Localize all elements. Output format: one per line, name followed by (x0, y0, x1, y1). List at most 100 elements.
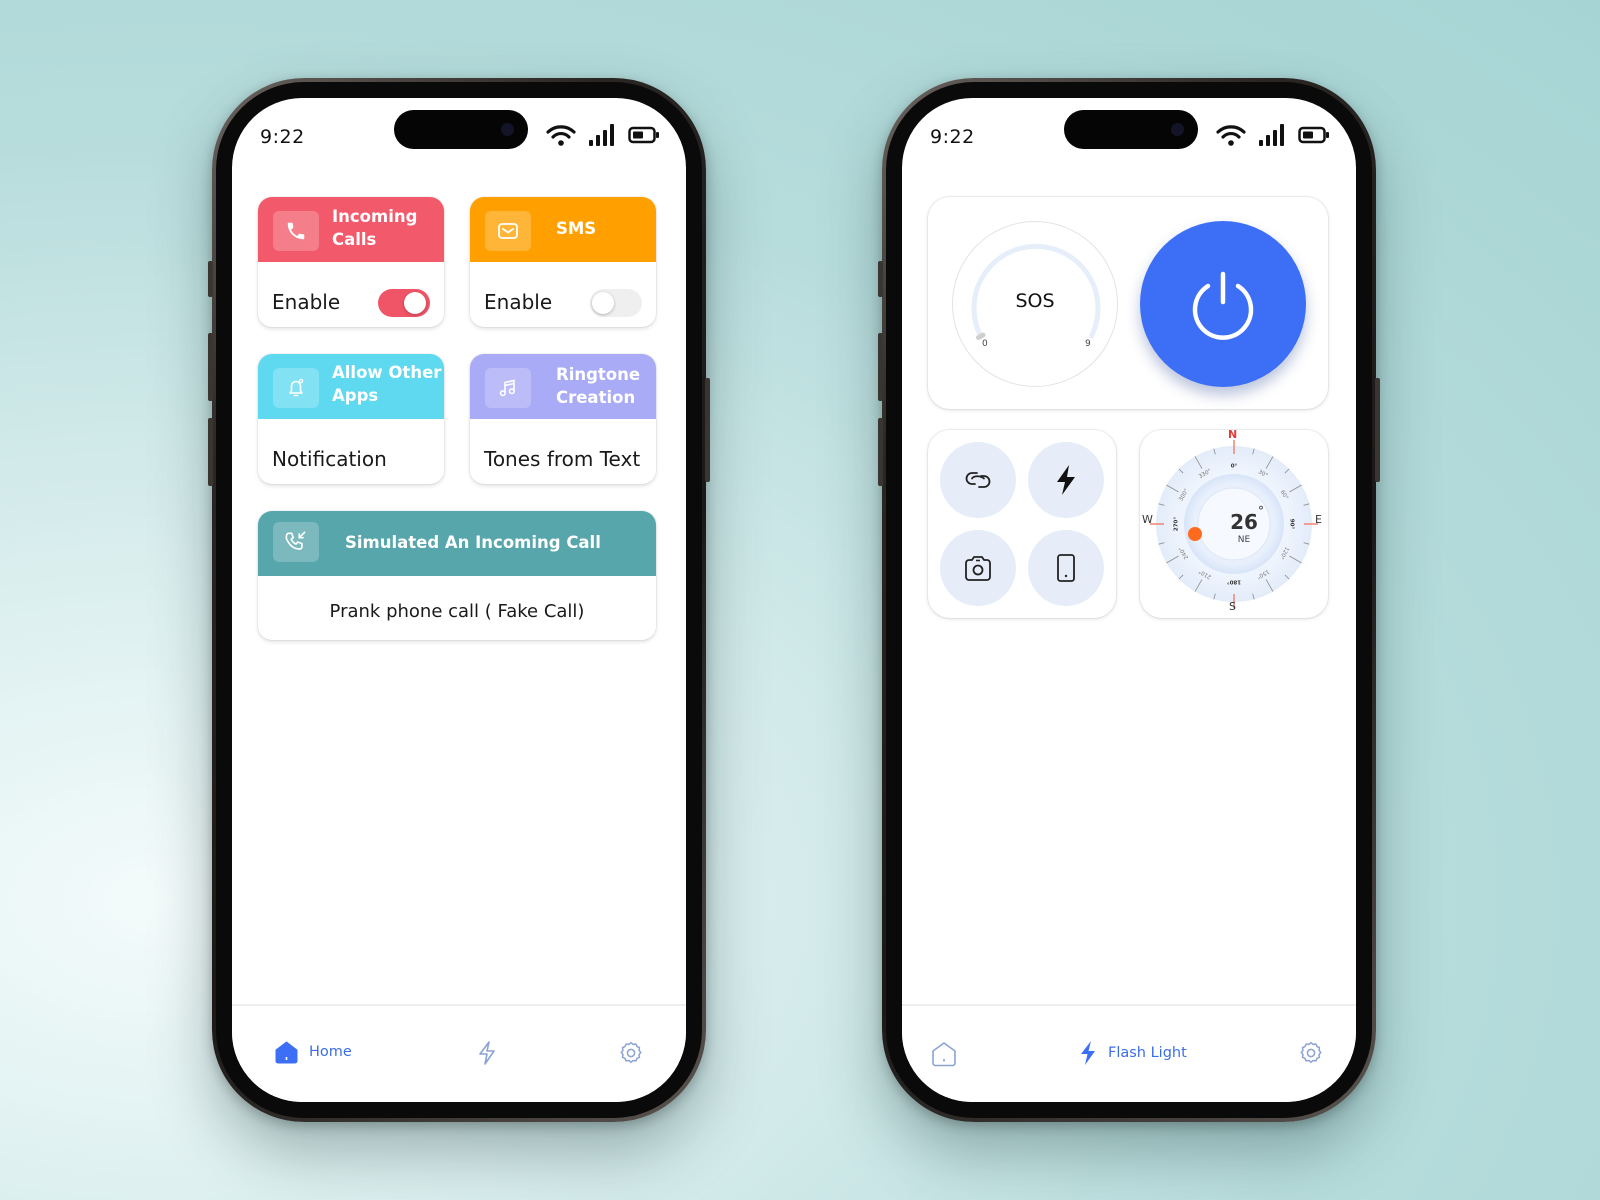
status-bar: 9:22 (232, 98, 686, 178)
silent-switch (878, 261, 883, 297)
card-title: Allow Other Apps (332, 363, 442, 405)
card-title: Ringtone Creation (556, 365, 641, 407)
compass-south: S (1229, 600, 1236, 613)
compass-heading-marker (1188, 527, 1202, 541)
music-note-icon (485, 368, 531, 408)
phone-flashlight-screen: 9:22 SOS 0 9 0° 30° 60° 90° 120° 150° 18… (878, 78, 1380, 1122)
status-time: 9:22 (260, 126, 305, 148)
sos-min-label: 0 (982, 339, 988, 349)
sms-toggle[interactable] (590, 289, 642, 317)
compass-heading: 26 (1230, 510, 1258, 534)
link-button[interactable] (940, 442, 1016, 518)
sms-card[interactable]: SMS Enable (470, 197, 656, 327)
simulated-call-card[interactable]: Simulated An Incoming Call Prank phone c… (258, 511, 656, 640)
status-bar: 9:22 (902, 98, 1356, 178)
compass-north: N (1228, 428, 1238, 441)
compass-degree-label: 270° (1174, 517, 1180, 531)
ringtone-creation-card[interactable]: Ringtone Creation Tones from Text (470, 354, 656, 484)
signal-icon (589, 124, 614, 146)
incoming-calls-toggle[interactable] (378, 289, 430, 317)
card-header: Ringtone Creation (470, 354, 656, 419)
flash-icon (1057, 465, 1075, 495)
bell-icon (273, 368, 319, 408)
flashlight-power-button[interactable] (1140, 221, 1306, 387)
screen: 9:22 Incoming Calls Enable SMS Enable Al… (232, 98, 686, 1102)
compass-direction: NE (1237, 535, 1251, 545)
camera-icon (1171, 123, 1184, 136)
phone-icon (273, 211, 319, 251)
silent-switch (208, 261, 213, 297)
bottom-nav: Home (232, 1004, 686, 1102)
sos-level-marker (976, 332, 986, 340)
toggle-knob (592, 292, 614, 314)
signal-icon (1259, 124, 1284, 146)
settings-icon (1300, 1041, 1322, 1063)
card-label: Enable (272, 290, 341, 314)
compass-degree-label: 0° (1231, 464, 1238, 470)
allow-other-apps-card[interactable]: Allow Other Apps Notification (258, 354, 444, 484)
sos-max-label: 9 (1085, 339, 1091, 349)
link-icon (965, 472, 991, 488)
dynamic-island (1064, 110, 1198, 149)
card-title: SMS (556, 219, 597, 238)
nav-settings[interactable] (1298, 1040, 1324, 1066)
nav-home[interactable] (930, 1040, 958, 1068)
sos-label: SOS (1015, 290, 1055, 312)
nav-flash[interactable] (477, 1040, 497, 1066)
flash-icon (479, 1041, 495, 1065)
card-header: Allow Other Apps (258, 354, 444, 419)
nav-settings[interactable] (618, 1040, 644, 1066)
card-label: Notification (272, 447, 387, 471)
mail-icon (485, 211, 531, 251)
flash-button[interactable] (1028, 442, 1104, 518)
settings-icon (620, 1041, 642, 1063)
power-icon (1192, 271, 1254, 340)
device-button[interactable] (1028, 530, 1104, 606)
phone-home-screen: 9:22 Incoming Calls Enable SMS Enable Al… (208, 78, 710, 1122)
nav-label: Home (309, 1044, 352, 1060)
wifi-icon (1216, 125, 1246, 146)
flash-icon (1081, 1041, 1095, 1065)
camera-button[interactable] (940, 530, 1016, 606)
volume-down-button (878, 418, 883, 486)
volume-up-button (878, 333, 883, 401)
card-title: Incoming Calls (332, 207, 418, 249)
home-icon (932, 1042, 956, 1067)
power-side-button (1375, 378, 1380, 482)
wifi-icon (546, 125, 576, 146)
card-label: Tones from Text (484, 447, 641, 471)
card-label: Enable (484, 290, 553, 314)
card-header: SMS (470, 197, 656, 262)
card-header: Incoming Calls (258, 197, 444, 262)
nav-label: Flash Light (1108, 1045, 1187, 1061)
battery-icon (1298, 126, 1329, 144)
incoming-call-icon (273, 522, 319, 562)
compass-east: E (1315, 513, 1322, 526)
nav-home[interactable]: Home (274, 1040, 352, 1064)
compass-degree-label: 180° (1227, 579, 1241, 585)
power-side-button (705, 378, 710, 482)
volume-down-button (208, 418, 213, 486)
sos-dial[interactable]: SOS 0 9 (952, 221, 1118, 387)
sos-power-panel: SOS 0 9 (928, 197, 1328, 409)
quick-actions-panel (928, 430, 1116, 618)
incoming-calls-card[interactable]: Incoming Calls Enable (258, 197, 444, 327)
screen: 9:22 SOS 0 9 0° 30° 60° 90° 120° 150° 18… (902, 98, 1356, 1102)
compass-west: W (1142, 513, 1153, 526)
nav-flash-light[interactable]: Flash Light (1078, 1040, 1187, 1066)
status-time: 9:22 (930, 126, 975, 148)
toggle-knob (404, 292, 426, 314)
volume-up-button (208, 333, 213, 401)
compass-degree-label: 90° (1289, 519, 1295, 530)
compass-readout: 26 ° NE (1214, 504, 1274, 545)
bottom-nav: Flash Light (902, 1004, 1356, 1102)
dynamic-island (394, 110, 528, 149)
home-icon (275, 1041, 298, 1064)
card-label: Prank phone call ( Fake Call) (329, 601, 585, 622)
card-header: Simulated An Incoming Call (258, 511, 656, 576)
camera-icon (965, 556, 991, 581)
compass-panel: 0° 30° 60° 90° 120° 150° 180° 210° 240° 270° 300° 3… (1140, 428, 1328, 618)
camera-icon (501, 123, 514, 136)
phone-device-icon (1057, 554, 1075, 582)
card-title: Simulated An Incoming Call (345, 533, 601, 552)
